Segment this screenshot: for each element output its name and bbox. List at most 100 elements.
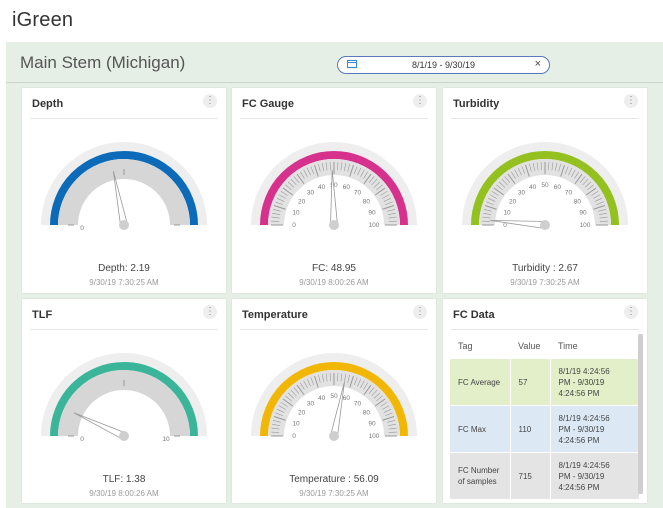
gauge-needle [330, 169, 338, 226]
gauge-scale-label: 0 [292, 222, 296, 229]
gauge-reading: Turbidity : 2.67 [512, 263, 578, 274]
gauge-pivot [540, 220, 550, 230]
time-line: 8/1/19 4:24:56 [558, 413, 610, 423]
tlf-gauge: 0 10 [41, 353, 207, 443]
depth-gauge-card: Depth ⋮ 0 Depth: 2.19 9/30/19 7:30:25 AM [22, 88, 226, 293]
gauge-reading: FC: 48.95 [312, 263, 356, 274]
time-line: 8/1/19 4:24:56 [558, 460, 610, 470]
column-header-time: Time [558, 341, 578, 351]
value-cell: 110 [510, 405, 551, 453]
gauge-scale-label: 0 [80, 436, 84, 443]
gauge-scale-label: 0 [80, 225, 84, 232]
tag-cell: FC Max [450, 405, 511, 453]
gauge-scale-label: 80 [574, 198, 582, 205]
gauge-reading: Temperature : 56.09 [289, 474, 379, 485]
gauge-pivot [119, 431, 129, 441]
time-line: 8/1/19 4:24:56 [558, 366, 610, 376]
gauge-pivot [329, 431, 339, 441]
time-line: 4:24:56 PM [558, 482, 600, 492]
column-header-tag: Tag [458, 341, 473, 351]
card-title: FC Data [453, 309, 495, 321]
gauge-timestamp: 9/30/19 7:30:25 AM [510, 278, 580, 287]
table-header-row: Tag Value Time [450, 334, 640, 359]
title-divider [6, 82, 663, 83]
tag-cell: FC Number of samples [450, 452, 511, 499]
table-row: FC Max 110 8/1/19 4:24:56 PM - 9/30/19 4… [450, 405, 640, 453]
time-line: PM - 9/30/19 [558, 424, 605, 434]
fc-data-card: FC Data ⋮ Tag Value Time FC Average 57 8… [443, 299, 647, 503]
table-row: FC Average 57 8/1/19 4:24:56 PM - 9/30/1… [450, 358, 640, 406]
gauge-scale-label: 80 [363, 409, 371, 416]
date-range-value: 8/1/19 - 9/30/19 [411, 59, 476, 70]
gauge-scale-label: 10 [162, 436, 170, 443]
table-row: FC Number of samples 715 8/1/19 4:24:56 … [450, 452, 640, 499]
gauge-scale-label: 30 [307, 190, 315, 197]
gauge-scale-label: 90 [368, 421, 376, 428]
date-range-picker[interactable]: 8/1/19 - 9/30/19 × [337, 56, 550, 74]
time-cell: 8/1/19 4:24:56 PM - 9/30/19 4:24:56 PM [550, 358, 640, 406]
gauge-scale-label: 60 [554, 184, 562, 191]
card-divider [451, 329, 639, 330]
gauge-scale-label: 30 [518, 190, 526, 197]
gauge-band [58, 370, 190, 437]
gauge-timestamp: 9/30/19 8:00:26 AM [89, 489, 159, 498]
gauge-scale-label: 50 [330, 393, 338, 400]
value-cell: 715 [510, 452, 551, 499]
gauge-scale-label: 90 [368, 210, 376, 217]
gauge-scale-label: 40 [529, 184, 537, 191]
time-line: PM - 9/30/19 [558, 471, 605, 481]
tag-line: of samples [458, 477, 497, 486]
fc-data-table: Tag Value Time FC Average 57 8/1/19 4:24… [450, 334, 640, 499]
gauge-scale-label: 30 [307, 401, 315, 408]
gauge-reading: Depth: 2.19 [98, 263, 150, 274]
time-cell: 8/1/19 4:24:56 PM - 9/30/19 4:24:56 PM [550, 452, 640, 499]
gauge-scale-label: 70 [354, 401, 362, 408]
time-line: 4:24:56 PM [558, 435, 600, 445]
gauge-scale-label: 80 [363, 198, 371, 205]
time-cell: 8/1/19 4:24:56 PM - 9/30/19 4:24:56 PM [550, 405, 640, 453]
gauge-scale-label: 50 [541, 182, 549, 189]
temperature-gauge-card: Temperature ⋮ 0 10 20 30 40 50 60 70 80 90 100 Tem… [232, 299, 436, 503]
turbidity-gauge-card: Turbidity ⋮ 0 10 20 30 40 50 60 70 80 90 100 Turbi… [443, 88, 647, 293]
gauge-scale-label: 100 [369, 222, 380, 229]
gauge-timestamp: 9/30/19 7:30:25 AM [89, 278, 159, 287]
gauge-scale-label: 40 [318, 184, 326, 191]
gauge-pivot [329, 220, 339, 230]
column-header-value: Value [518, 341, 541, 351]
gauge-scale-label: 100 [580, 222, 591, 229]
gauge-scale-label: 10 [292, 421, 300, 428]
app-logo: iGreen [12, 9, 74, 31]
gauge-scale-label: 0 [292, 433, 296, 440]
time-line: 4:24:56 PM [558, 388, 600, 398]
gauge-needle [330, 381, 345, 438]
page-title: Main Stem (Michigan) [20, 53, 186, 72]
scrollbar-thumb[interactable] [638, 334, 643, 494]
gauge-pivot [119, 220, 129, 230]
fc-gauge-card: FC Gauge ⋮ 0102030405060708090100 FC: 48… [232, 88, 436, 293]
gauge-needle [112, 170, 128, 227]
tag-cell: FC Average [450, 358, 511, 406]
more-options-icon[interactable]: ⋮ [624, 305, 638, 319]
time-line: PM - 9/30/19 [558, 377, 605, 387]
gauge-scale-label: 60 [343, 395, 351, 402]
gauge-scale-label: 10 [503, 210, 511, 217]
gauge-scale-label: 40 [318, 395, 326, 402]
gauge-timestamp: 9/30/19 8:00:26 AM [299, 278, 369, 287]
gauge-timestamp: 9/30/19 7:30:25 AM [299, 489, 369, 498]
gauge-scale-label: 20 [298, 409, 306, 416]
value-cell: 57 [510, 358, 551, 406]
gauge-scale-label: 10 [292, 210, 300, 217]
tag-line: FC Number [458, 466, 500, 475]
clear-date-icon[interactable]: × [535, 58, 541, 70]
gauge-reading: TLF: 1.38 [102, 474, 146, 485]
gauge-scale-label: 70 [565, 190, 573, 197]
gauge-scale-label: 100 [369, 433, 380, 440]
gauge-scale-label: 20 [509, 198, 517, 205]
gauge-needle [490, 219, 546, 229]
gauge-scale-label: 20 [298, 198, 306, 205]
gauge-scale-label: 90 [579, 210, 587, 217]
gauge-scale-label: 60 [343, 184, 351, 191]
temperature-gauge: 0 10 203040 50 607080 90 100 [251, 353, 417, 441]
tlf-gauge-card: TLF ⋮ 0 10 TLF: 1.38 9/30/19 8:00:26 AM [22, 299, 226, 503]
gauge-scale-label: 70 [354, 190, 362, 197]
